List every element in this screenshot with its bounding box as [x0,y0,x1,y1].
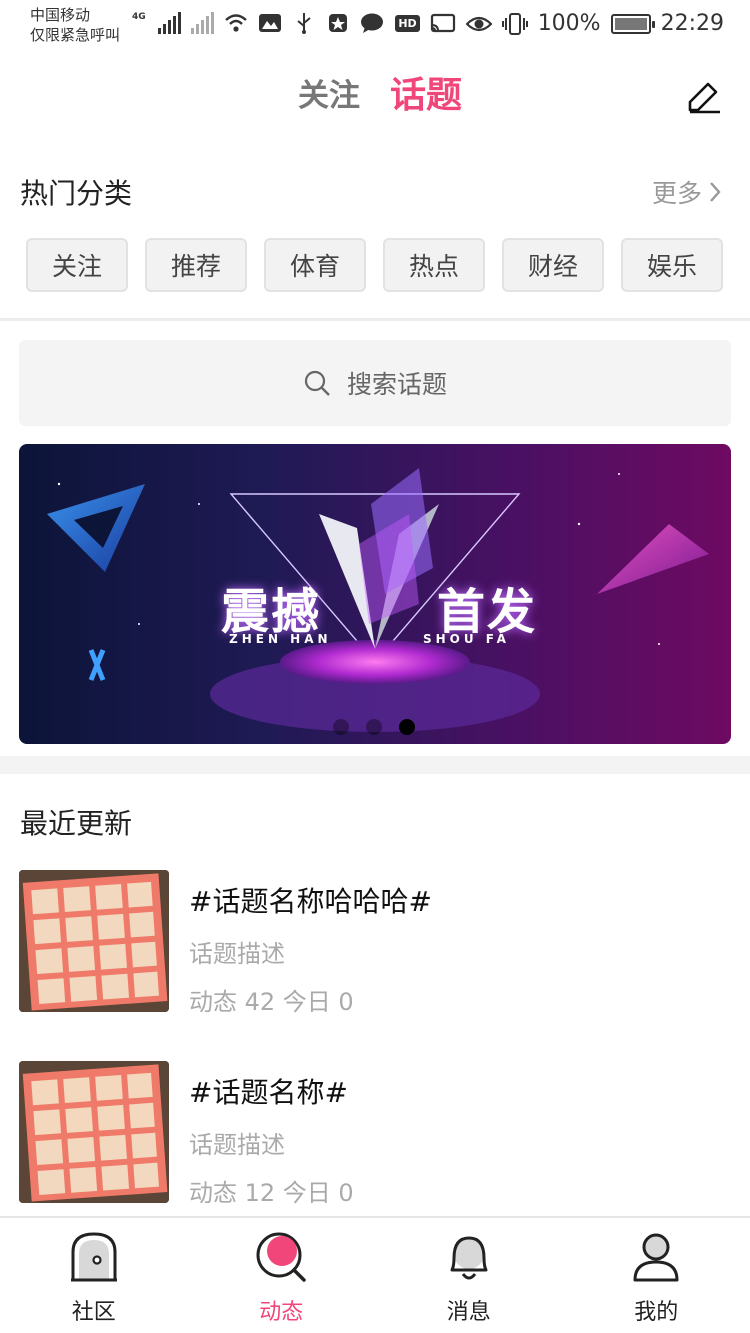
gallery-icon [258,14,281,32]
topic-thumbnail [19,1061,169,1203]
topic-stats: 动态 42 今日 0 [189,988,354,1016]
dynamic-icon [256,1232,306,1282]
category-chip-entertainment[interactable]: 娱乐 [621,238,723,292]
tab-topics[interactable]: 话题 [390,74,462,118]
hd-badge: HD [395,15,420,32]
topic-list-item[interactable]: #话题名称# 话题描述 动态 12 今日 0 [19,1061,731,1207]
category-chips: 关注 推荐 体育 热点 财经 娱乐 [26,238,723,292]
banner-dot[interactable] [366,719,382,735]
battery-icon [610,13,655,34]
banner-dot-active[interactable] [399,719,415,735]
category-chip-follow[interactable]: 关注 [26,238,128,292]
search-placeholder: 搜索话题 [346,370,447,399]
section-divider [0,318,750,321]
signal-icon [157,12,181,34]
banner-subline-left: ZHEN HAN [229,632,332,646]
topic-thumbnail [19,870,169,1012]
category-chip-sports[interactable]: 体育 [264,238,366,292]
topic-stats: 动态 12 今日 0 [189,1179,354,1207]
battery-percent: 100% [537,11,601,36]
community-icon [70,1232,117,1282]
network-type: 4G [132,12,146,22]
banner-artwork [47,468,709,732]
bottom-nav: 社区 动态 消息 我的 [0,1216,750,1333]
banner-pagination [333,719,415,735]
bell-icon [450,1236,488,1280]
app-notification-icon [328,14,347,32]
nav-item-messages[interactable]: 消息 [375,1218,563,1333]
category-chip-finance[interactable]: 财经 [502,238,604,292]
search-input[interactable]: 搜索话题 [19,340,731,426]
carrier-info: 中国移动 仅限紧急呼叫 [30,5,120,45]
nav-label-dynamic: 动态 [259,1300,304,1325]
category-chip-recommend[interactable]: 推荐 [145,238,247,292]
nav-label-messages: 消息 [446,1300,491,1325]
chat-icon [360,13,383,33]
edit-icon[interactable] [684,76,724,116]
tab-follow[interactable]: 关注 [298,74,360,118]
eye-icon [465,16,492,31]
nav-item-community[interactable]: 社区 [0,1218,188,1333]
top-header: 关注 话题 [0,60,750,136]
status-icons-right: HD 100% 22:29 [395,11,724,36]
signal-secondary-icon [190,12,214,34]
usb-icon [297,13,311,34]
category-chip-hot[interactable]: 热点 [383,238,485,292]
nav-item-profile[interactable]: 我的 [563,1218,750,1333]
nav-item-dynamic[interactable]: 动态 [188,1218,376,1333]
topic-list-item[interactable]: #话题名称哈哈哈# 话题描述 动态 42 今日 0 [19,870,731,1016]
section-separator [0,756,750,774]
recent-updates-title: 最近更新 [20,807,133,840]
cast-icon [430,13,455,32]
carrier-status: 仅限紧急呼叫 [30,26,121,44]
wifi-icon [224,14,247,32]
topic-name: #话题名称哈哈哈# [189,885,432,918]
more-label: 更多 [651,179,702,208]
hot-categories-title: 热门分类 [20,177,133,210]
topic-description: 话题描述 [189,940,285,968]
banner-subline-right: SHOU FA [423,632,510,646]
promo-banner[interactable]: 震撼 首发 ZHEN HAN SHOU FA [19,444,731,744]
topic-description: 话题描述 [189,1131,285,1159]
vibrate-icon [501,12,528,35]
status-bar: 中国移动 仅限紧急呼叫 4G HD 100% 22:29 [0,0,750,52]
status-icons-left: 4G [132,12,384,34]
carrier-name: 中国移动 [30,6,91,24]
topic-name: #话题名称# [189,1076,348,1109]
search-icon [304,370,330,396]
nav-label-profile: 我的 [634,1300,679,1325]
more-link[interactable]: 更多 [652,174,722,210]
banner-dot[interactable] [333,719,349,735]
user-icon [633,1233,679,1282]
nav-label-community: 社区 [71,1300,116,1325]
clock: 22:29 [660,11,724,36]
chevron-right-icon [710,182,721,202]
